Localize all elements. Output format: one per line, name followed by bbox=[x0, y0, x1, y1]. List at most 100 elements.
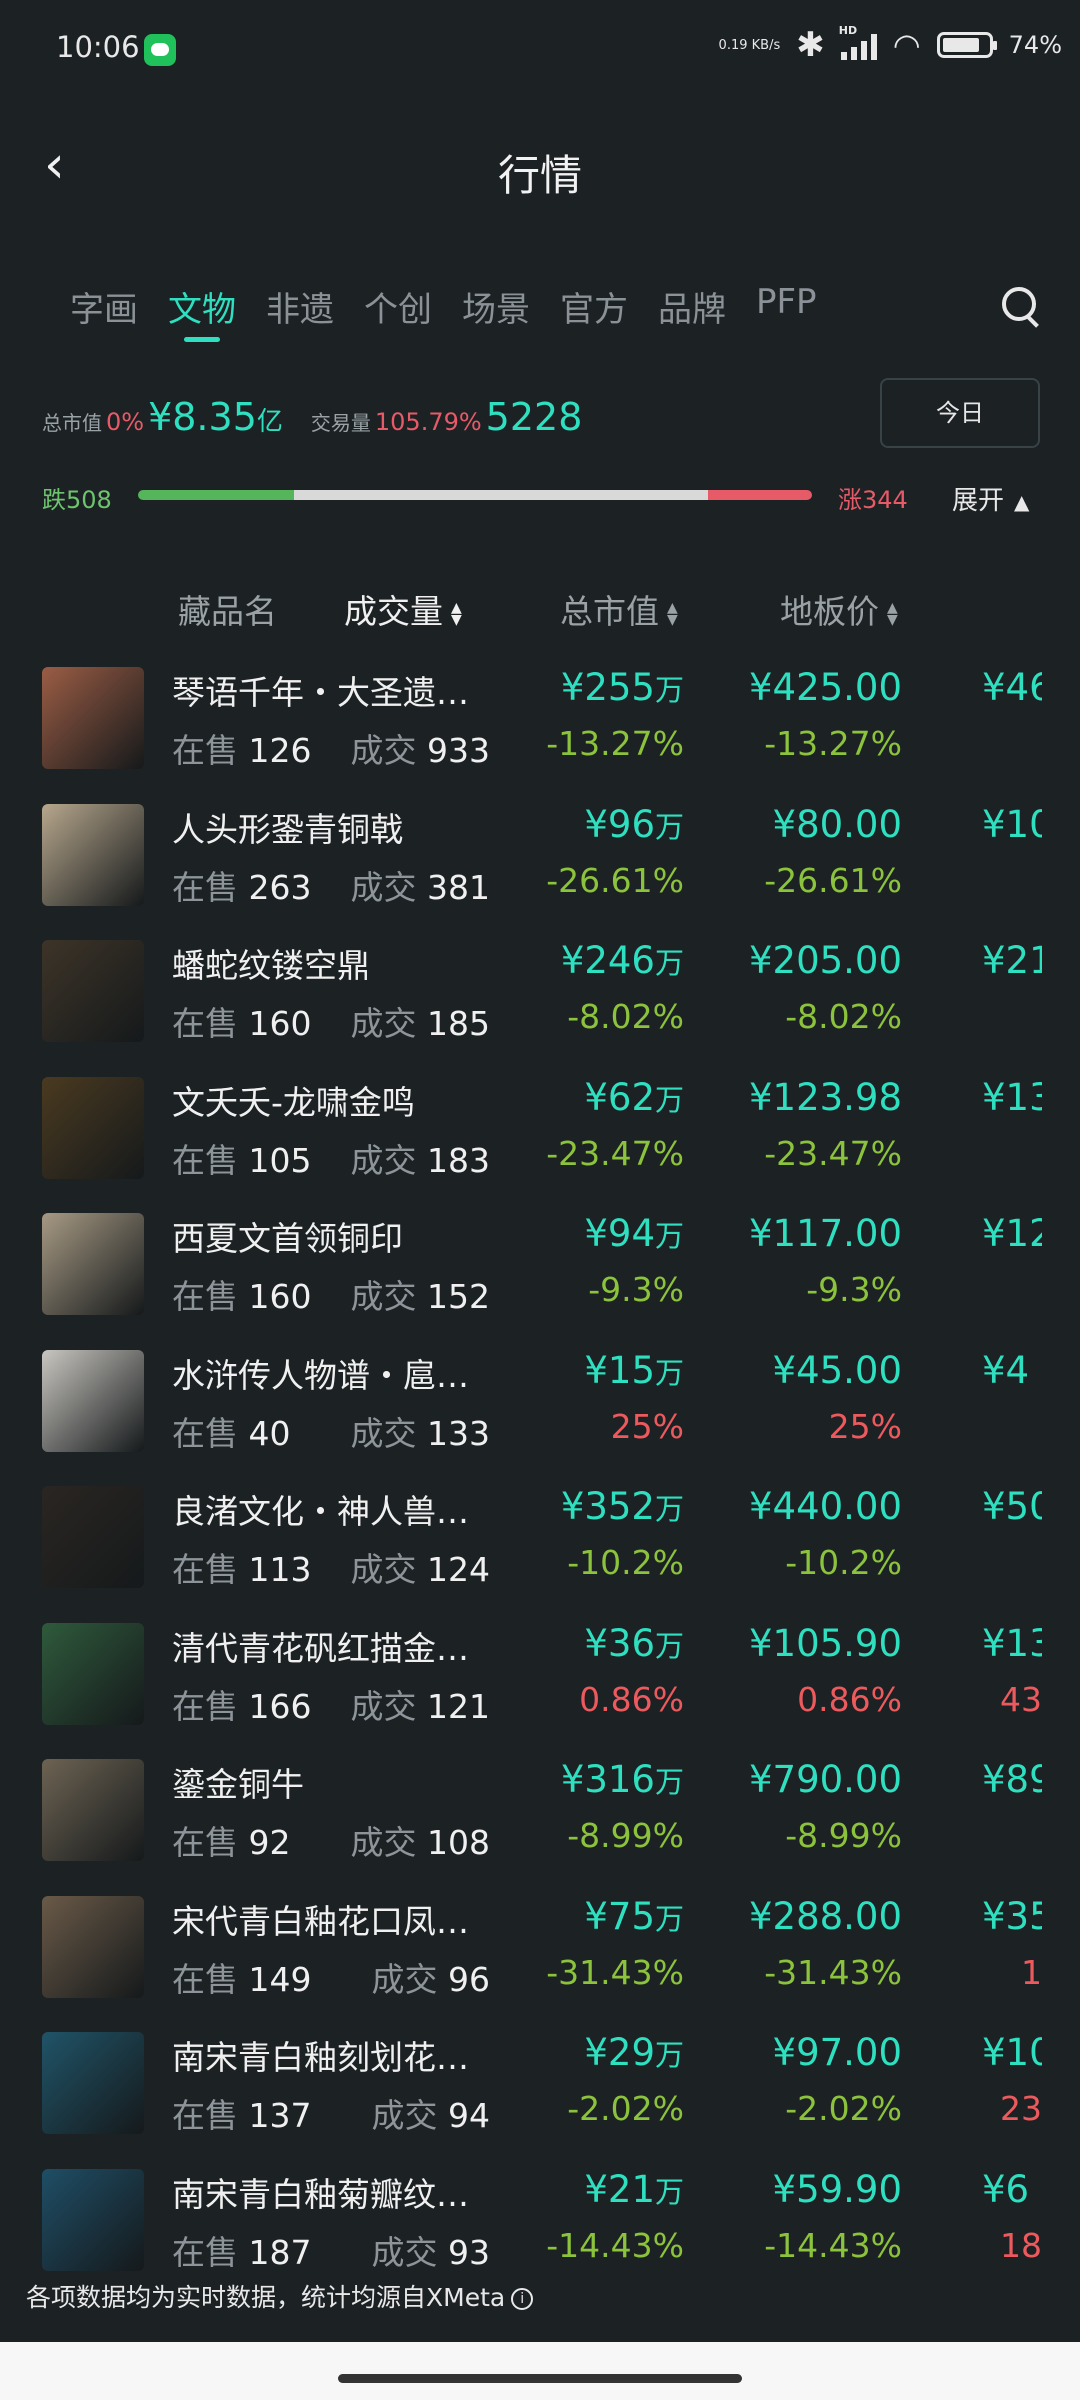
on-sale-value: 263 bbox=[248, 867, 312, 907]
mcap-unit: 亿 bbox=[256, 407, 283, 437]
list-item[interactable]: 蟠蛇纹镂空鼎 在售 160 成交 185 ¥246万 ¥205.00 -8.02% -8.0… bbox=[0, 935, 1080, 1072]
on-sale-value: 149 bbox=[248, 1959, 312, 1999]
traded-label: 成交 bbox=[350, 1413, 417, 1453]
list-item[interactable]: 西夏文首领铜印 在售 160 成交 152 ¥94万 ¥117.00 -9.3% -9.3%… bbox=[0, 1208, 1080, 1345]
list-item[interactable]: 清代青花矾红描金… 在售 166 成交 121 ¥36万 ¥105.90 0.86% 0.8… bbox=[0, 1618, 1080, 1755]
list-item[interactable]: 文夭夭-龙啸金鸣 在售 105 成交 183 ¥62万 ¥123.98 -23.47% -2… bbox=[0, 1072, 1080, 1209]
collection-thumbnail bbox=[42, 1213, 144, 1315]
on-sale-count: 在售 40 bbox=[172, 1407, 291, 1455]
collection-name: 良渚文化・神人兽… bbox=[172, 1492, 469, 1531]
on-sale-count: 在售 263 bbox=[172, 861, 312, 909]
traded-label: 成交 bbox=[350, 731, 417, 770]
on-sale-value: 187 bbox=[248, 2232, 312, 2272]
traded-label: 成交 bbox=[350, 1004, 417, 1043]
market-cap: ¥316万 bbox=[561, 1758, 684, 1801]
traded-value: 381 bbox=[427, 867, 490, 907]
tab-0[interactable]: 字画 bbox=[70, 282, 138, 342]
extra-column-value: ¥6 bbox=[982, 2167, 1030, 2211]
tab-7[interactable]: PFP bbox=[756, 282, 817, 342]
traded-count: 成交 133 bbox=[351, 1407, 491, 1455]
floor-price: ¥80.00 bbox=[772, 802, 902, 846]
col-floor-sort[interactable]: 地板价 ▲ ▼ bbox=[780, 585, 898, 633]
period-select-button[interactable]: 今日 bbox=[880, 378, 1040, 448]
top-bar: ‹ 行情 bbox=[0, 130, 1080, 210]
list-item[interactable]: 人头形銎青铜戟 在售 263 成交 381 ¥96万 ¥80.00 -26.61% -26.… bbox=[0, 799, 1080, 936]
info-icon[interactable]: i bbox=[511, 2288, 534, 2310]
list-item[interactable]: 南宋青白釉刻划花… 在售 137 成交 94 ¥29万 ¥97.00 -2.02% -2.0… bbox=[0, 2027, 1080, 2164]
traded-value: 152 bbox=[427, 1277, 490, 1316]
wechat-notification-icon bbox=[144, 34, 176, 66]
tab-2[interactable]: 非遗 bbox=[266, 282, 334, 342]
sort-icon: ▲ ▼ bbox=[667, 599, 678, 628]
collection-thumbnail bbox=[42, 1759, 144, 1861]
collection-thumbnail bbox=[42, 1076, 144, 1179]
traded-count: 成交 381 bbox=[351, 861, 491, 909]
list-item[interactable]: 水浒传人物谱・扈… 在售 40 成交 133 ¥15万 ¥45.00 25% 25% ¥4 bbox=[0, 1345, 1080, 1482]
traded-value: 94 bbox=[448, 2096, 490, 2135]
volume-label: 交易量 bbox=[310, 411, 371, 435]
tab-3[interactable]: 个创 bbox=[364, 282, 432, 342]
traded-count: 成交 96 bbox=[372, 1953, 491, 2001]
mcap-label: 总市值 bbox=[42, 411, 102, 435]
extra-column-change: 1 bbox=[1021, 1952, 1042, 1992]
sort-icon: ▲ ▼ bbox=[451, 599, 462, 628]
collection-thumbnail bbox=[42, 1895, 144, 1998]
tab-4[interactable]: 场景 bbox=[462, 282, 530, 342]
status-bar: 10:06 0.19 KB/s ✱ HD ◠ 74% bbox=[0, 0, 1080, 100]
signal-hd-label: HD bbox=[838, 24, 858, 37]
floor-price-change: -14.43% bbox=[764, 2225, 902, 2265]
floor-price: ¥117.00 bbox=[748, 1212, 902, 1255]
traded-value: 933 bbox=[427, 731, 490, 770]
on-sale-label: 在售 bbox=[172, 1140, 238, 1180]
collection-name: 琴语千年・大圣遗… bbox=[172, 673, 469, 712]
floor-price-change: -13.27% bbox=[764, 724, 902, 763]
caret-up-icon: ▲ bbox=[1014, 490, 1030, 514]
floor-price: ¥97.00 bbox=[772, 2031, 902, 2074]
market-cap-value: ¥94 bbox=[584, 1212, 655, 1255]
extra-column-change: 43 bbox=[1000, 1679, 1042, 1719]
expand-button[interactable]: 展开 ▲ bbox=[952, 480, 1029, 517]
market-cap-change: -26.61% bbox=[546, 860, 684, 900]
traded-label: 成交 bbox=[350, 1686, 417, 1726]
category-tabs: 字画 文物 非遗 个创 场景 官方 品牌 PFP bbox=[70, 282, 847, 342]
floor-price: ¥425.00 bbox=[748, 666, 902, 709]
traded-label: 成交 bbox=[350, 1140, 417, 1180]
sort-icon: ▲ ▼ bbox=[887, 599, 898, 628]
col-name: 藏品名 bbox=[178, 592, 277, 631]
market-cap-unit: 万 bbox=[654, 1219, 684, 1253]
breadth-bar bbox=[138, 490, 812, 500]
collection-name: 蟠蛇纹镂空鼎 bbox=[172, 946, 370, 985]
extra-column-value: ¥89 bbox=[982, 1758, 1042, 1801]
floor-price: ¥45.00 bbox=[772, 1348, 902, 1392]
traded-value: 185 bbox=[427, 1004, 490, 1043]
collection-stats: 在售 105 成交 183 bbox=[172, 1134, 490, 1180]
market-cap: ¥246万 bbox=[561, 939, 684, 982]
status-icons: 0.19 KB/s ✱ HD ◠ 74% bbox=[719, 24, 1062, 64]
col-volume-sort[interactable]: 成交量 ▲ ▼ bbox=[344, 585, 462, 633]
col-mcap-sort[interactable]: 总市值 ▲ ▼ bbox=[560, 585, 678, 633]
traded-count: 成交 93 bbox=[372, 2226, 491, 2274]
search-icon[interactable] bbox=[1000, 285, 1044, 329]
market-cap: ¥36万 bbox=[584, 1622, 684, 1665]
battery-icon bbox=[936, 32, 997, 58]
tab-5[interactable]: 官方 bbox=[560, 282, 628, 342]
market-cap-change: -23.47% bbox=[546, 1133, 684, 1173]
market-cap-unit: 万 bbox=[654, 1901, 684, 1936]
tab-6[interactable]: 品牌 bbox=[658, 282, 726, 342]
market-cap-unit: 万 bbox=[654, 1492, 684, 1526]
market-cap: ¥255万 bbox=[561, 666, 684, 709]
on-sale-label: 在售 bbox=[172, 1004, 238, 1043]
collection-stats: 在售 113 成交 124 bbox=[172, 1543, 490, 1589]
list-item[interactable]: 琴语千年・大圣遗… 在售 126 成交 933 ¥255万 ¥425.00 -13.27%… bbox=[0, 662, 1080, 799]
traded-count: 成交 124 bbox=[351, 1543, 491, 1591]
list-item[interactable]: 宋代青白釉花口凤… 在售 149 成交 96 ¥75万 ¥288.00 -31.43% -3… bbox=[0, 1891, 1080, 2028]
list-item[interactable]: 鎏金铜牛 在售 92 成交 108 ¥316万 ¥790.00 -8.99% -8.99% ¥… bbox=[0, 1754, 1080, 1891]
home-indicator[interactable] bbox=[338, 2374, 742, 2383]
traded-label: 成交 bbox=[350, 1823, 417, 1862]
list-item[interactable]: 良渚文化・神人兽… 在售 113 成交 124 ¥352万 ¥440.00 -10.2% -… bbox=[0, 1481, 1080, 1618]
market-cap-unit: 万 bbox=[654, 809, 684, 844]
traded-count: 成交 94 bbox=[372, 2089, 491, 2137]
market-cap-change: -31.43% bbox=[546, 1952, 684, 1992]
tab-1[interactable]: 文物 bbox=[168, 282, 236, 342]
on-sale-count: 在售 92 bbox=[172, 1816, 291, 1864]
